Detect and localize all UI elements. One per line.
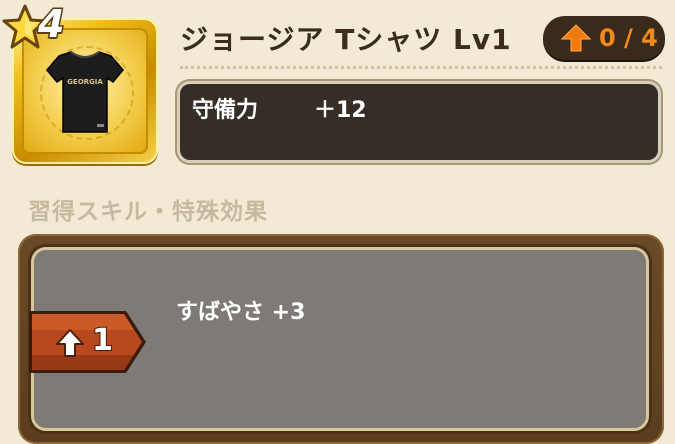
title-divider (180, 66, 662, 69)
skill-level-number: 1 (91, 322, 114, 359)
stat-value-defense: ＋12 (314, 98, 367, 123)
rarity-count: 4 (36, 2, 66, 46)
upgrade-count-text: 0 / 4 (599, 24, 658, 52)
stat-panel: 守備力 ＋12 (180, 84, 658, 160)
skill-level-tag (29, 311, 146, 373)
level-up-arrow-icon (56, 329, 84, 357)
item-title: ジョージア Tシャツ Lv1 (180, 23, 512, 56)
shirt-print-text: GEORGIA (67, 78, 103, 86)
upgrade-count-badge: 0 / 4 (543, 16, 665, 60)
skill-entry-text: すばやさ +3 (176, 300, 306, 325)
stat-label-defense: 守備力 (192, 98, 259, 123)
skills-section-heading: 習得スキル・特殊効果 (28, 199, 268, 225)
up-arrow-icon (561, 24, 591, 52)
tshirt-icon: GEORGIA (46, 51, 124, 133)
